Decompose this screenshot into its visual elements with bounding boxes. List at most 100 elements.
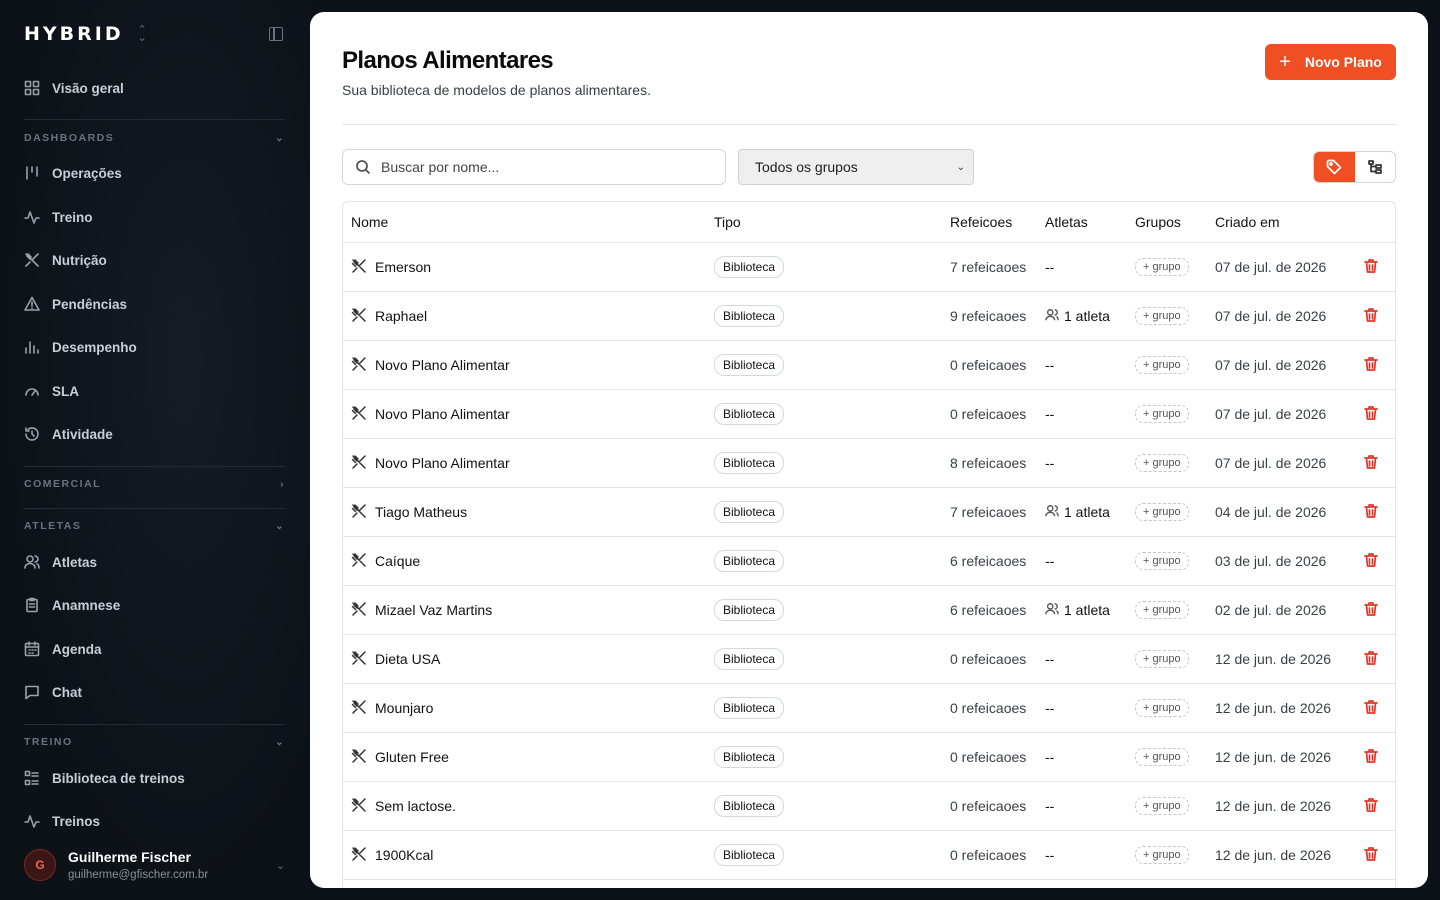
plan-name-cell[interactable]: Mizael Vaz Martins xyxy=(351,586,492,634)
add-group-button[interactable]: + grupo xyxy=(1135,699,1189,717)
plan-name-cell[interactable]: Tiago Matheus xyxy=(351,488,467,536)
plan-name: Novo Plano Alimentar xyxy=(375,357,510,373)
search-input[interactable] xyxy=(381,159,701,175)
add-group-button[interactable]: + grupo xyxy=(1135,258,1189,276)
type-cell: Biblioteca xyxy=(714,586,785,634)
add-group-button[interactable]: + grupo xyxy=(1135,503,1189,521)
sidebar-collapse-icon[interactable] xyxy=(269,27,283,41)
plan-name-cell[interactable]: 1900Kcal xyxy=(351,831,433,879)
sidebar-item-operacoes[interactable]: Operações xyxy=(24,162,122,184)
type-badge: Biblioteca xyxy=(714,256,785,278)
sidebar-item-sla[interactable]: SLA xyxy=(24,380,79,402)
sidebar-item-atletas[interactable]: Atletas xyxy=(24,551,97,573)
table-row[interactable]: Novo Plano Alimentar Biblioteca 0 refeicao… xyxy=(343,390,1395,439)
type-cell: Biblioteca xyxy=(714,292,785,340)
plan-name-cell[interactable]: Caíque xyxy=(351,537,420,585)
section-dashboards[interactable]: DASHBOARDS ⌄ xyxy=(24,131,285,145)
group-filter-select[interactable]: Todos os grupos ⌄ xyxy=(738,149,974,185)
sidebar-item-desempenho[interactable]: Desempenho xyxy=(24,336,137,358)
plan-name-cell[interactable]: Emerson xyxy=(351,243,431,291)
delete-button[interactable] xyxy=(1363,341,1379,389)
plan-name-cell[interactable]: Gluten Free xyxy=(351,733,449,781)
table-row[interactable]: Tiago Matheus Biblioteca 7 refeicaoes 1 atl… xyxy=(343,488,1395,537)
plan-name-cell[interactable]: Novo Plano Alimentar xyxy=(351,439,510,487)
header-created[interactable]: Criado em xyxy=(1215,202,1280,242)
delete-button[interactable] xyxy=(1363,733,1379,781)
user-menu[interactable]: G Guilherme Fischer guilherme@gfischer.c… xyxy=(24,845,285,885)
add-group-button[interactable]: + grupo xyxy=(1135,307,1189,325)
table-row[interactable]: Gluten Free Biblioteca 0 refeicaoes -- + gru… xyxy=(343,733,1395,782)
plan-name-cell[interactable]: Sem lactose. xyxy=(351,782,456,830)
chevron-down-icon: ⌄ xyxy=(275,132,285,144)
sidebar-item-pendencias[interactable]: Pendências xyxy=(24,293,127,315)
add-group-button[interactable]: + grupo xyxy=(1135,356,1189,374)
divider xyxy=(24,724,285,725)
athletes-cell[interactable]: 1 atleta xyxy=(1045,488,1110,536)
table-row[interactable]: Dieta USA Biblioteca 0 refeicaoes -- + grupo… xyxy=(343,635,1395,684)
add-group-button[interactable]: + grupo xyxy=(1135,454,1189,472)
plan-name-cell[interactable]: Dieta USA xyxy=(351,635,440,683)
table-row[interactable]: Sem lactose. Biblioteca 0 refeicaoes -- + gr… xyxy=(343,782,1395,831)
table-row[interactable]: Novo Plano Alimentar Biblioteca 0 refeicao… xyxy=(343,341,1395,390)
delete-button[interactable] xyxy=(1363,439,1379,487)
athletes-value: -- xyxy=(1045,651,1055,667)
header-meals[interactable]: Refeicoes xyxy=(950,202,1012,242)
delete-button[interactable] xyxy=(1363,537,1379,585)
add-group-button[interactable]: + grupo xyxy=(1135,748,1189,766)
delete-button[interactable] xyxy=(1363,831,1379,879)
add-group-button[interactable]: + grupo xyxy=(1135,405,1189,423)
table-row[interactable]: Novo Plano Alimentar Biblioteca 8 refeicao… xyxy=(343,439,1395,488)
add-group-button[interactable]: + grupo xyxy=(1135,601,1189,619)
created-date: 12 de jun. de 2026 xyxy=(1215,700,1331,716)
add-group-button[interactable]: + grupo xyxy=(1135,846,1189,864)
delete-button[interactable] xyxy=(1363,782,1379,830)
sidebar-item-nutricao[interactable]: Nutrição xyxy=(24,249,107,271)
sidebar-item-chat[interactable]: Chat xyxy=(24,681,82,703)
header-type[interactable]: Tipo xyxy=(714,202,741,242)
table-row[interactable]: Mizael Vaz Martins Biblioteca 6 refeicaoes… xyxy=(343,586,1395,635)
tree-view-button[interactable] xyxy=(1355,152,1396,182)
plan-name: Raphael xyxy=(375,308,428,324)
new-plan-button[interactable]: + Novo Plano xyxy=(1265,44,1396,80)
header-athletes[interactable]: Atletas xyxy=(1045,202,1088,242)
header-name[interactable]: Nome xyxy=(351,202,388,242)
delete-button[interactable] xyxy=(1363,635,1379,683)
plan-name-cell[interactable]: Novo Plano Alimentar xyxy=(351,341,510,389)
plan-name-cell[interactable]: Raphael xyxy=(351,292,427,340)
workspace-switch-icon[interactable]: ⌃ ⌄ xyxy=(138,25,147,44)
delete-button[interactable] xyxy=(1363,586,1379,634)
utensils-icon xyxy=(351,454,367,473)
brand[interactable]: HYBRID ⌃ ⌄ xyxy=(24,22,147,46)
delete-button[interactable] xyxy=(1363,243,1379,291)
plan-name-cell[interactable]: Novo Plano Alimentar xyxy=(351,390,510,438)
sidebar-item-treinos[interactable]: Treinos xyxy=(24,810,100,832)
section-atletas[interactable]: ATLETAS ⌄ xyxy=(24,519,285,533)
type-cell: Biblioteca xyxy=(714,537,785,585)
sidebar-item-atividade[interactable]: Atividade xyxy=(24,423,113,445)
table-row[interactable]: Emerson Biblioteca 7 refeicaoes -- + grupo 07… xyxy=(343,243,1395,292)
athletes-cell[interactable]: 1 atleta xyxy=(1045,586,1110,634)
add-group-button[interactable]: + grupo xyxy=(1135,650,1189,668)
section-comercial[interactable]: COMERCIAL › xyxy=(24,477,285,491)
sidebar-item-biblioteca[interactable]: Biblioteca de treinos xyxy=(24,767,185,789)
delete-button[interactable] xyxy=(1363,488,1379,536)
search-box[interactable] xyxy=(342,149,726,185)
plan-name-cell[interactable]: Mounjaro xyxy=(351,684,433,732)
table-row[interactable]: Caíque Biblioteca 6 refeicaoes -- + grupo 03 … xyxy=(343,537,1395,586)
delete-button[interactable] xyxy=(1363,390,1379,438)
add-group-button[interactable]: + grupo xyxy=(1135,797,1189,815)
delete-button[interactable] xyxy=(1363,292,1379,340)
sidebar-item-agenda[interactable]: Agenda xyxy=(24,638,102,660)
sidebar-item-anamnese[interactable]: Anamnese xyxy=(24,594,120,616)
table-row[interactable]: Raphael Biblioteca 9 refeicaoes 1 atleta + g… xyxy=(343,292,1395,341)
delete-button[interactable] xyxy=(1363,684,1379,732)
add-group-button[interactable]: + grupo xyxy=(1135,552,1189,570)
sidebar-item-treino[interactable]: Treino xyxy=(24,206,93,228)
section-treino[interactable]: TREINO ⌄ xyxy=(24,735,285,749)
tag-view-button[interactable] xyxy=(1314,152,1355,182)
table-row[interactable]: 1900Kcal Biblioteca 0 refeicaoes -- + grupo 1… xyxy=(343,831,1395,880)
athletes-cell[interactable]: 1 atleta xyxy=(1045,292,1110,340)
sidebar-item-overview[interactable]: Visão geral xyxy=(24,77,124,99)
table-row[interactable]: Mounjaro Biblioteca 0 refeicaoes -- + grupo 1… xyxy=(343,684,1395,733)
header-groups[interactable]: Grupos xyxy=(1135,202,1181,242)
